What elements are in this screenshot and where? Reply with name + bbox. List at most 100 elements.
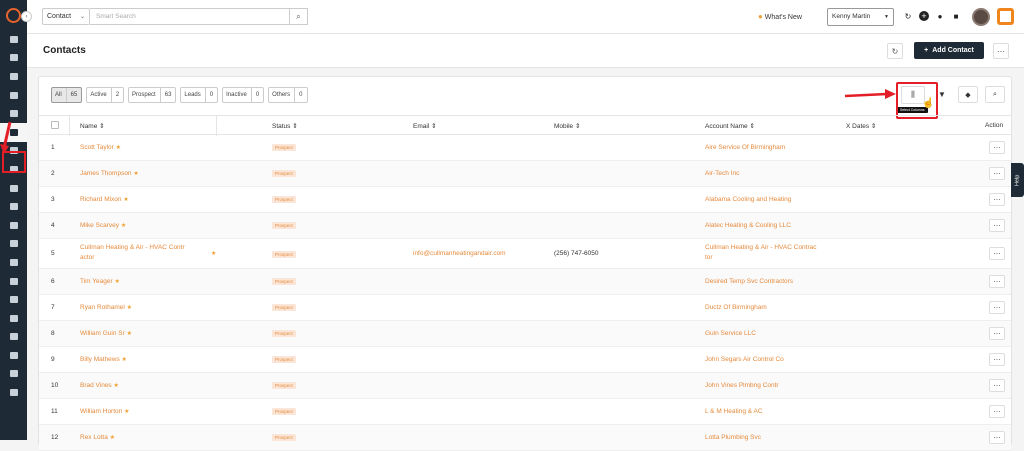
collapse-sidebar-button[interactable]: ‹ [21,11,32,22]
contact-name-link[interactable]: James Thompson ★ [80,170,139,177]
filter-icon[interactable]: ▼ [938,90,946,99]
sync-icon[interactable]: ↻ [903,11,913,21]
search-input[interactable]: Smart Search [90,8,290,25]
account-link[interactable]: Aire Service Of Birmingham [705,144,785,151]
column-header-mobile[interactable]: Mobile ⇕ [554,122,580,130]
table-search-button[interactable]: ⌕ [985,86,1005,103]
bell-icon[interactable]: ● [935,11,945,21]
star-icon[interactable]: ★ [127,331,132,337]
row-action-button[interactable]: ⋯ [989,405,1005,418]
row-action-button[interactable]: ⋯ [989,219,1005,232]
sidebar-item-analytics[interactable] [0,346,27,365]
column-header-status[interactable]: Status ⇕ [272,122,298,130]
table-row[interactable]: 2 James Thompson ★ Prospect Air-Tech Inc… [39,161,1011,187]
star-icon[interactable]: ★ [114,279,119,285]
sidebar-item-folders[interactable] [0,235,27,254]
sidebar-item-users[interactable] [0,49,27,68]
plus-icon[interactable]: + [919,11,929,21]
row-action-button[interactable]: ⋯ [989,327,1005,340]
add-contact-button[interactable]: + Add Contact [914,42,984,59]
account-link[interactable]: John Segars Air Control Co [705,356,784,363]
star-icon[interactable]: ★ [122,357,127,363]
filter-tab-leads[interactable]: Leads 0 [180,87,219,103]
module-select[interactable]: Contact ⌄ [42,8,90,25]
account-link[interactable]: Desired Temp Svc Contractors [705,278,793,285]
filter-tab-prospect[interactable]: Prospect 63 [128,87,177,103]
filter-tab-others[interactable]: Others 0 [268,87,308,103]
filter-tab-active[interactable]: Active 2 [86,87,125,103]
sidebar-item-mail[interactable] [0,309,27,328]
whats-new-link[interactable]: ● What's New [758,12,802,21]
sidebar-item-google[interactable] [0,253,27,272]
column-header-name[interactable]: Name ⇕ [80,122,105,130]
column-header-xdates[interactable]: X Dates ⇕ [846,122,876,130]
sidebar-item-reports[interactable] [0,216,27,235]
sidebar-item-accounts[interactable] [0,86,27,105]
contact-name-link[interactable]: Cullman Heating & Air - HVAC Contr actor [80,243,185,263]
account-link[interactable]: Alatec Heating & Cooling LLC [705,222,791,229]
sidebar-item-dashboard[interactable] [0,30,27,49]
star-icon[interactable]: ★ [124,409,129,415]
sidebar-item-documents[interactable] [0,67,27,86]
row-action-button[interactable]: ⋯ [989,247,1005,260]
sidebar-item-handshake[interactable] [0,328,27,347]
table-row[interactable]: 5 Cullman Heating & Air - HVAC Contr acto… [39,239,1011,269]
brand-icon[interactable] [997,8,1014,25]
row-action-button[interactable]: ⋯ [989,431,1005,444]
star-icon[interactable]: ★ [110,435,115,441]
sidebar-item-settings[interactable] [0,365,27,384]
row-action-button[interactable]: ⋯ [989,167,1005,180]
contact-name-link[interactable]: Richard Mixon ★ [80,196,129,203]
account-link[interactable]: Alabama Cooling and Heating [705,196,791,203]
star-icon[interactable]: ★ [211,250,216,257]
avatar[interactable] [972,8,990,26]
star-icon[interactable]: ★ [127,305,132,311]
contact-name-link[interactable]: Scott Taylor ★ [80,144,121,151]
star-icon[interactable]: ★ [123,197,128,203]
table-row[interactable]: 1 Scott Taylor ★ Prospect Aire Service O… [39,135,1011,161]
contact-name-link[interactable]: Ryan Rothamel ★ [80,304,132,311]
contact-name-link[interactable]: William Guin Sr ★ [80,330,132,337]
contact-name-link[interactable]: Tim Yeager ★ [80,278,120,285]
column-header-account[interactable]: Account Name ⇕ [705,122,755,130]
row-action-button[interactable]: ⋯ [989,301,1005,314]
select-all-checkbox[interactable] [51,121,59,129]
table-row[interactable]: 6 Tim Yeager ★ Prospect Desired Temp Svc… [39,269,1011,295]
tags-button[interactable]: ◆ [958,86,978,103]
account-link[interactable]: Ductz Of Birmingham [705,304,767,311]
table-row[interactable]: 4 Mike Scarvey ★ Prospect Alatec Heating… [39,213,1011,239]
contact-name-link[interactable]: Billy Mathews ★ [80,356,127,363]
row-action-button[interactable]: ⋯ [989,353,1005,366]
table-row[interactable]: 8 William Guin Sr ★ Prospect Guin Servic… [39,321,1011,347]
star-icon[interactable]: ★ [114,383,119,389]
sidebar-item-help[interactable] [0,383,27,402]
sidebar-item-files[interactable] [0,272,27,291]
account-link[interactable]: Cullman Heating & Air - HVAC Contrac tor [705,243,817,263]
table-row[interactable]: 9 Billy Mathews ★ Prospect John Segars A… [39,347,1011,373]
sidebar-item-notes[interactable] [0,179,27,198]
table-row[interactable]: 3 Richard Mixon ★ Prospect Alabama Cooli… [39,187,1011,213]
table-row[interactable]: 12 Rex Lotta ★ Prospect Lotta Plumbing S… [39,425,1011,451]
account-link[interactable]: Guin Service LLC [705,330,756,337]
table-row[interactable]: 11 William Horton ★ Prospect L & M Heati… [39,399,1011,425]
row-action-button[interactable]: ⋯ [989,141,1005,154]
email-link[interactable]: info@cullmanheatingandair.com [413,250,506,257]
refresh-button[interactable]: ↻ [887,43,903,59]
row-action-button[interactable]: ⋯ [989,275,1005,288]
table-row[interactable]: 7 Ryan Rothamel ★ Prospect Ductz Of Birm… [39,295,1011,321]
sidebar-item-tasks[interactable] [0,197,27,216]
table-row[interactable]: 10 Brad Vines ★ Prospect John Vines Plmb… [39,373,1011,399]
row-action-button[interactable]: ⋯ [989,193,1005,206]
contact-name-link[interactable]: William Horton ★ [80,408,129,415]
account-link[interactable]: L & M Heating & AC [705,408,763,415]
search-button[interactable]: ⌕ [290,8,308,25]
filter-tab-all[interactable]: All 65 [51,87,83,103]
filter-tab-inactive[interactable]: Inactive 0 [222,87,265,103]
help-tab[interactable]: Help [1011,163,1024,197]
chat-icon[interactable]: ■ [951,11,961,21]
account-link[interactable]: John Vines Plmbng Contr [705,382,779,389]
star-icon[interactable]: ★ [121,223,126,229]
column-header-email[interactable]: Email ⇕ [413,122,437,130]
star-icon[interactable]: ★ [116,145,121,151]
more-options-button[interactable]: ⋯ [993,43,1009,59]
